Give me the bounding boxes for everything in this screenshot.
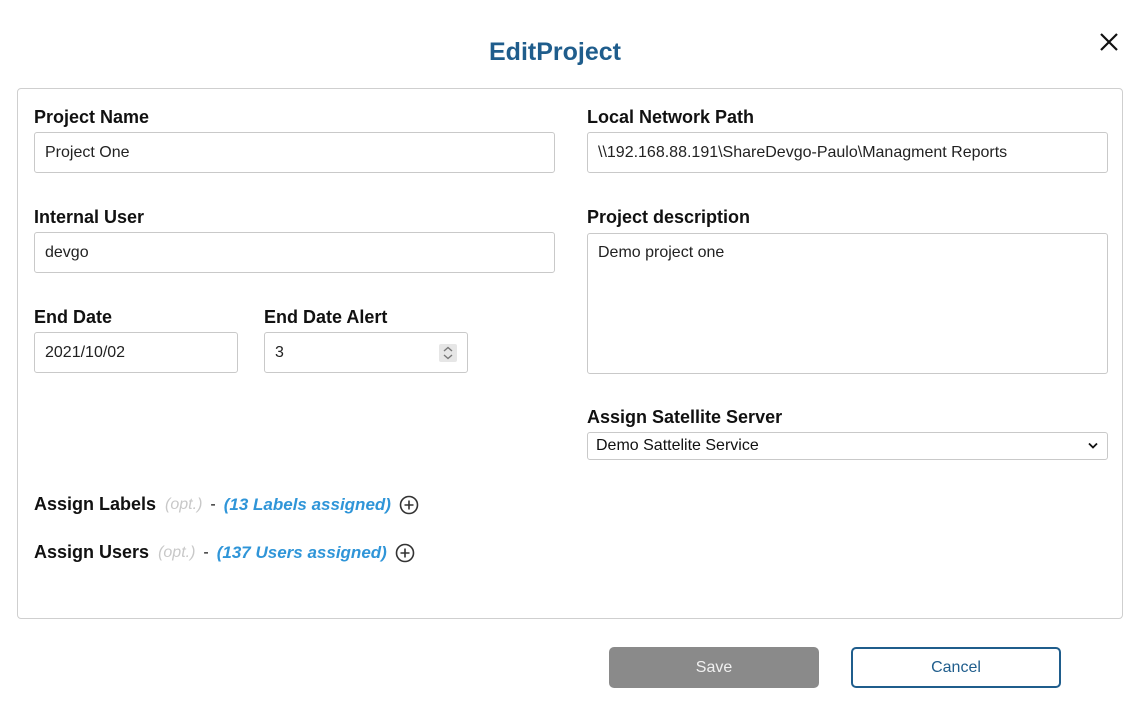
project-description-label: Project description [587, 207, 751, 227]
labels-assigned-link[interactable]: (13 Labels assigned) [224, 495, 391, 515]
local-network-path-input[interactable]: \\192.168.88.191\ShareDevgo-Paulo\Managm… [587, 132, 1108, 173]
optional-tag: (opt.) [165, 495, 203, 513]
separator-dash: - [203, 543, 209, 561]
assign-labels-row: Assign Labels (opt.) - (13 Labels assign… [34, 494, 419, 515]
local-network-path-label: Local Network Path [587, 107, 755, 127]
end-date-alert-value: 3 [275, 344, 284, 361]
end-date-input[interactable]: 2021/10/02 [34, 332, 238, 373]
spin-arrows-icon[interactable] [439, 344, 457, 362]
optional-tag: (opt.) [158, 543, 196, 561]
separator-dash: - [210, 495, 216, 513]
project-description-textarea[interactable]: Demo project one [587, 233, 1108, 374]
satellite-server-select[interactable]: Demo Sattelite Service [587, 432, 1108, 460]
dialog-title: EditProject [489, 38, 621, 66]
assign-users-label: Assign Users [34, 542, 150, 562]
chevron-down-icon [1088, 442, 1098, 449]
internal-user-input[interactable]: devgo [34, 232, 555, 273]
end-date-label: End Date [34, 307, 113, 327]
satellite-server-label: Assign Satellite Server [587, 407, 783, 427]
assign-labels-label: Assign Labels [34, 494, 157, 514]
internal-user-label: Internal User [34, 207, 145, 227]
cancel-button[interactable]: Cancel [851, 647, 1061, 688]
assign-users-row: Assign Users (opt.) - (137 Users assigne… [34, 542, 415, 563]
add-user-icon[interactable] [395, 543, 415, 563]
users-assigned-link[interactable]: (137 Users assigned) [217, 543, 387, 563]
add-label-icon[interactable] [399, 495, 419, 515]
project-name-input[interactable]: Project One [34, 132, 555, 173]
end-date-alert-label: End Date Alert [264, 307, 388, 327]
project-name-label: Project Name [34, 107, 150, 127]
end-date-alert-input[interactable]: 3 [264, 332, 468, 373]
satellite-server-selected: Demo Sattelite Service [596, 437, 759, 454]
save-button[interactable]: Save [609, 647, 819, 688]
close-icon[interactable] [1096, 29, 1122, 55]
